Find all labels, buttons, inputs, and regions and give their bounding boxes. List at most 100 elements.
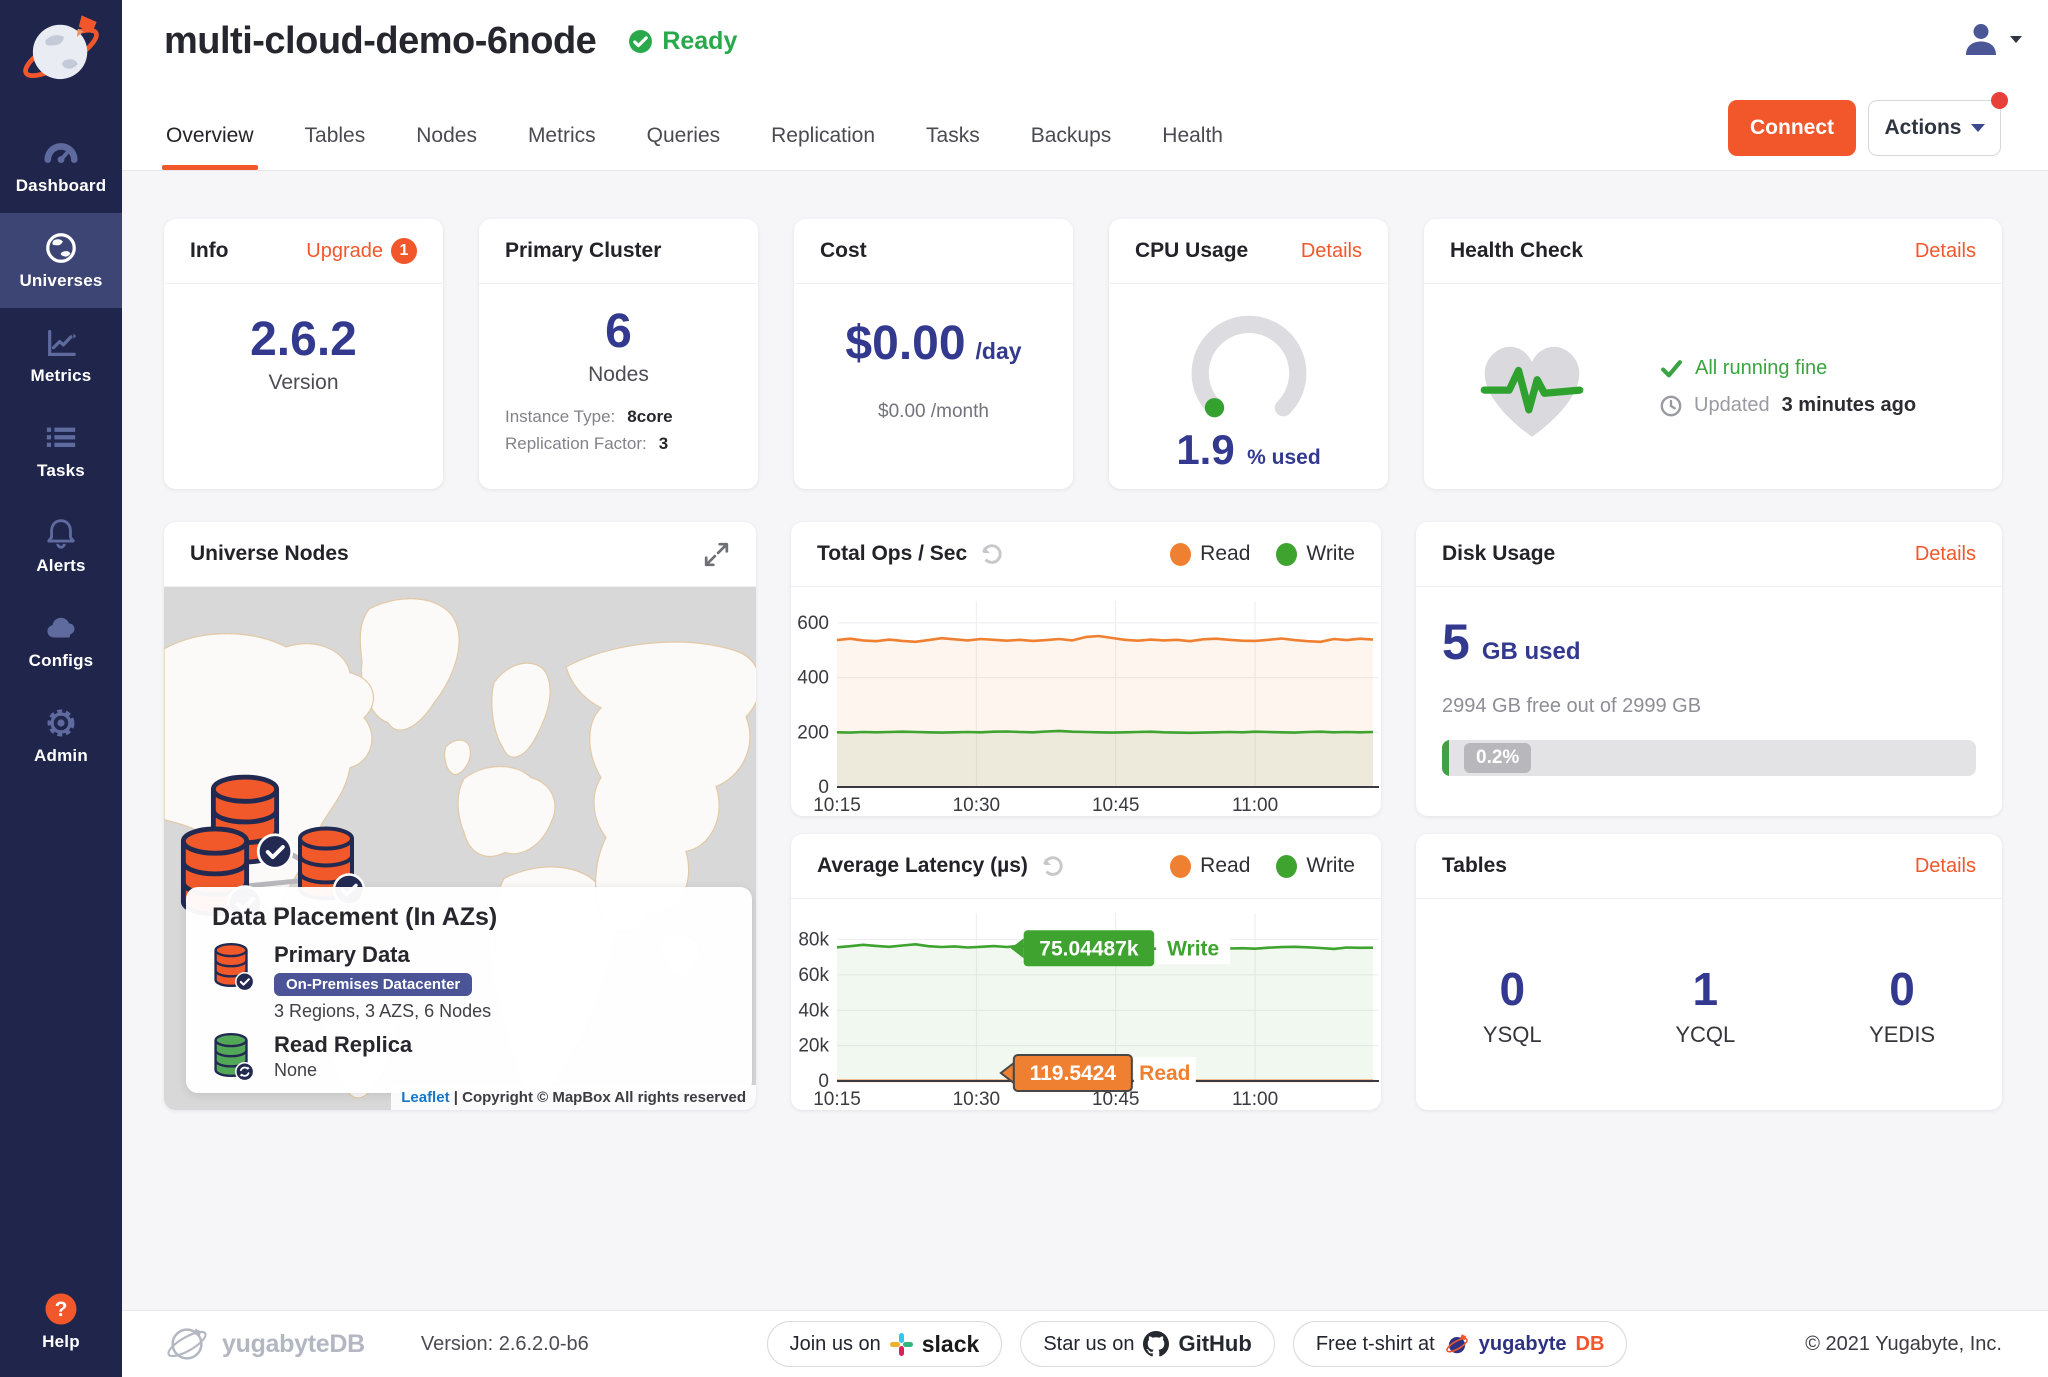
heartbeat-icon xyxy=(1468,331,1596,443)
svg-text:60k: 60k xyxy=(798,965,829,986)
clock-icon xyxy=(1660,395,1682,417)
svg-text:10:30: 10:30 xyxy=(953,795,1001,816)
total-ops-chart[interactable]: 020040060010:1510:3010:4511:00 xyxy=(791,587,1381,817)
status-badge: Ready xyxy=(628,27,737,56)
sidebar-item-metrics[interactable]: Metrics xyxy=(0,308,122,403)
expand-icon[interactable] xyxy=(703,541,730,568)
tab-backups[interactable]: Backups xyxy=(1029,124,1114,170)
sidebar-item-label: Help xyxy=(42,1332,80,1352)
sidebar-item-alerts[interactable]: Alerts xyxy=(0,498,122,593)
sidebar-item-admin[interactable]: Admin xyxy=(0,688,122,783)
sidebar: Dashboard Universes Metrics xyxy=(0,0,122,1377)
leaflet-link[interactable]: Leaflet xyxy=(401,1089,449,1106)
overview-content: Info Upgrade 1 2.6.2 Version Primary Clu… xyxy=(122,170,2048,1310)
disk-used-unit: GB used xyxy=(1482,638,1581,666)
github-button[interactable]: Star us on GitHub xyxy=(1020,1321,1275,1367)
status-text: Ready xyxy=(662,27,737,56)
sidebar-item-universes[interactable]: Universes xyxy=(0,213,122,308)
legend-write: Write xyxy=(1276,542,1355,566)
sidebar-item-label: Universes xyxy=(19,271,102,291)
admin-icon xyxy=(44,706,78,740)
check-icon xyxy=(1660,358,1683,379)
tab-tasks[interactable]: Tasks xyxy=(924,124,982,170)
help-icon: ? xyxy=(44,1292,78,1326)
sidebar-item-label: Dashboard xyxy=(16,176,107,196)
svg-text:40k: 40k xyxy=(798,1000,829,1021)
sidebar-item-dashboard[interactable]: Dashboard xyxy=(0,118,122,213)
user-menu[interactable] xyxy=(1962,20,2022,58)
svg-text:400: 400 xyxy=(797,668,829,689)
average-latency-chart[interactable]: 020k40k60k80k10:1510:3010:4511:0075.0448… xyxy=(791,899,1381,1111)
configs-icon xyxy=(44,611,78,645)
total-ops-card: Total Ops / Sec Read Writ xyxy=(791,522,1381,816)
primary-data-icon xyxy=(212,942,256,994)
attribution-text: | Copyright © MapBox All rights reserved xyxy=(454,1089,746,1106)
svg-text:?: ? xyxy=(55,1298,68,1321)
health-details-link[interactable]: Details xyxy=(1915,240,1976,263)
disk-free-text: 2994 GB free out of 2999 GB xyxy=(1442,695,1976,718)
ycql-stat: 1 YCQL xyxy=(1675,962,1735,1048)
svg-text:10:15: 10:15 xyxy=(813,795,861,816)
tab-queries[interactable]: Queries xyxy=(645,124,723,170)
tab-health[interactable]: Health xyxy=(1160,124,1225,170)
card-title: Info xyxy=(190,239,228,263)
tab-nodes[interactable]: Nodes xyxy=(414,124,479,170)
summary-cards-row: Info Upgrade 1 2.6.2 Version Primary Clu… xyxy=(164,219,2002,489)
primary-data-row: Primary Data On-Premises Datacenter 3 Re… xyxy=(212,942,726,1022)
updated-label: Updated xyxy=(1694,394,1770,417)
alerts-icon xyxy=(44,516,78,550)
connect-button[interactable]: Connect xyxy=(1728,100,1856,156)
read-legend-dot xyxy=(1170,855,1191,878)
disk-percent-badge: 0.2% xyxy=(1464,743,1531,773)
sidebar-item-configs[interactable]: Configs xyxy=(0,593,122,688)
map-attribution: Leaflet | Copyright © MapBox All rights … xyxy=(391,1085,756,1110)
write-legend-dot xyxy=(1276,543,1297,566)
tables-card: Tables Details 0 YSQL 1 YCQL 0 YEDIS xyxy=(1416,834,2002,1110)
yugabyte-logo-icon[interactable] xyxy=(16,6,106,96)
sidebar-item-tasks[interactable]: Tasks xyxy=(0,403,122,498)
check-circle-icon xyxy=(628,29,653,54)
tab-metrics[interactable]: Metrics xyxy=(526,124,598,170)
footer-copyright: © 2021 Yugabyte, Inc. xyxy=(1805,1333,2002,1356)
svg-text:200: 200 xyxy=(797,722,829,743)
health-check-card: Health Check Details All running fine xyxy=(1424,219,2002,489)
cluster-detail-rows: Instance Type: 8core Replication Factor:… xyxy=(505,403,732,457)
tables-details-link[interactable]: Details xyxy=(1915,855,1976,878)
svg-text:600: 600 xyxy=(797,613,829,634)
average-latency-card: Average Latency (µs) Read xyxy=(791,834,1381,1110)
gauge-indicator-dot xyxy=(1204,398,1223,417)
read-replica-row: Read Replica None xyxy=(212,1032,726,1084)
universe-title: multi-cloud-demo-6node xyxy=(164,20,596,63)
tab-tables[interactable]: Tables xyxy=(303,124,368,170)
cost-per-day-value: $0.00 xyxy=(845,318,965,371)
disk-details-link[interactable]: Details xyxy=(1915,543,1976,566)
info-card: Info Upgrade 1 2.6.2 Version xyxy=(164,219,443,489)
sidebar-nav: Dashboard Universes Metrics xyxy=(0,118,122,783)
legend-read: Read xyxy=(1170,542,1250,566)
health-updated-row: Updated 3 minutes ago xyxy=(1660,394,1916,417)
yedis-stat: 0 YEDIS xyxy=(1869,962,1935,1048)
tshirt-button[interactable]: Free t-shirt at yugabyteDB xyxy=(1293,1321,1628,1367)
disk-usage-card: Disk Usage Details 5 GB used 2994 GB fre… xyxy=(1416,522,2002,816)
refresh-icon[interactable] xyxy=(979,542,1004,567)
world-map[interactable]: Data Placement (In AZs) Primary Data On-… xyxy=(164,587,756,1110)
svg-text:11:00: 11:00 xyxy=(1232,1089,1278,1110)
card-title: Tables xyxy=(1442,854,1507,878)
legend-read: Read xyxy=(1170,854,1250,878)
refresh-icon[interactable] xyxy=(1040,854,1065,879)
svg-text:20k: 20k xyxy=(798,1036,829,1057)
svg-text:119.5424: 119.5424 xyxy=(1030,1062,1117,1085)
page-footer: yugabyteDB Version: 2.6.2.0-b6 Join us o… xyxy=(122,1310,2048,1377)
tab-overview[interactable]: Overview xyxy=(164,124,256,170)
sidebar-item-help[interactable]: ? Help xyxy=(0,1279,122,1365)
tab-replication[interactable]: Replication xyxy=(769,124,877,170)
svg-text:10:45: 10:45 xyxy=(1092,795,1140,816)
primary-data-label: Primary Data xyxy=(274,942,491,968)
chevron-down-icon xyxy=(2010,36,2022,43)
card-title: Cost xyxy=(820,239,867,263)
cpu-details-link[interactable]: Details xyxy=(1301,240,1362,263)
slack-button[interactable]: Join us on slack xyxy=(767,1321,1003,1367)
replication-factor-row: Replication Factor: 3 xyxy=(505,430,732,457)
actions-button[interactable]: Actions xyxy=(1868,100,2001,156)
upgrade-link[interactable]: Upgrade 1 xyxy=(306,238,417,264)
